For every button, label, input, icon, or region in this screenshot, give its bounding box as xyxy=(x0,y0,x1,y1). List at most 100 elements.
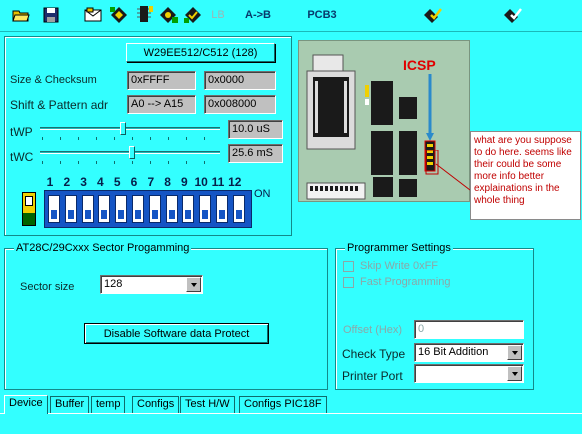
a-to-b-button[interactable]: A->B xyxy=(240,4,276,26)
dip-switch-bank xyxy=(44,190,252,228)
dip-switch-knob xyxy=(101,210,108,219)
dip-switch-6[interactable] xyxy=(132,195,144,223)
dip-switch-knob xyxy=(168,210,175,219)
checksum-field: 0x0000 xyxy=(204,71,276,90)
chip-program-icon[interactable] xyxy=(158,4,180,26)
size-field: 0xFFFF xyxy=(127,71,196,90)
check-type-label: Check Type xyxy=(342,347,406,361)
sector-panel: AT28C/29Cxxx Sector Progamming xyxy=(4,242,328,390)
chip-select-button[interactable]: W29EE512/C512 (128) xyxy=(126,43,275,62)
pcb3-button[interactable]: PCB3 xyxy=(302,4,342,26)
dip-switch-3[interactable] xyxy=(81,195,94,223)
dip-switch-7[interactable] xyxy=(148,195,161,223)
twp-label: tWP xyxy=(10,125,33,139)
dip-number-10: 10 xyxy=(194,175,208,189)
dip-number-3: 3 xyxy=(80,175,87,189)
dip-number-11: 11 xyxy=(211,175,225,189)
twp-value: 10.0 uS xyxy=(228,120,283,139)
tab-configs[interactable]: Configs xyxy=(132,396,180,413)
sector-size-select[interactable]: 128 xyxy=(100,275,203,294)
shift-pattern-label: Shift & Pattern adr xyxy=(10,98,109,112)
chip-info-icon[interactable] xyxy=(134,4,156,26)
twc-slider-ticks xyxy=(42,161,220,164)
dip-switch-knob xyxy=(135,210,141,219)
dip-switch-knob xyxy=(219,210,225,219)
twp-slider-thumb[interactable] xyxy=(119,122,126,135)
twp-slider-track[interactable] xyxy=(40,127,220,130)
chip-check-icon[interactable] xyxy=(420,4,444,26)
programmer-panel-title: Programmer Settings xyxy=(345,242,453,255)
sector-size-value: 128 xyxy=(104,278,123,290)
icsp-label: ICSP xyxy=(403,57,436,73)
dip-switch-1[interactable] xyxy=(48,195,60,223)
chevron-down-icon[interactable] xyxy=(507,345,522,360)
tab-configs-pic18f[interactable]: Configs PIC18F xyxy=(239,396,327,413)
dip-switch-5[interactable] xyxy=(115,195,128,223)
dip-switch-9[interactable] xyxy=(182,195,195,223)
chevron-down-icon[interactable] xyxy=(507,366,522,381)
dip-number-8: 8 xyxy=(164,175,171,189)
save-icon[interactable] xyxy=(40,4,62,26)
chip-read-icon[interactable] xyxy=(108,4,130,26)
dip-switch-10[interactable] xyxy=(199,195,212,223)
fast-programming-box[interactable] xyxy=(343,276,354,288)
chip-verify-icon[interactable] xyxy=(182,4,204,26)
skip-write-checkbox[interactable]: Skip Write 0xFF xyxy=(343,260,438,272)
dip-number-6: 6 xyxy=(130,175,138,189)
chip-erase-icon[interactable] xyxy=(500,4,524,26)
lb-button[interactable]: LB xyxy=(206,4,230,26)
dip-switch-2[interactable] xyxy=(64,195,77,223)
open-icon[interactable] xyxy=(10,4,32,26)
dip-switch-knob xyxy=(67,210,74,219)
chevron-down-icon[interactable] xyxy=(186,277,201,292)
dip-switch-knob xyxy=(84,210,91,219)
sector-panel-title: AT28C/29Cxxx Sector Progamming xyxy=(14,242,192,255)
dip-number-7: 7 xyxy=(147,175,155,189)
twc-slider-thumb[interactable] xyxy=(128,146,135,159)
dip-legend-icon xyxy=(22,192,36,226)
annotation-pointer xyxy=(425,150,471,191)
printer-port-label: Printer Port xyxy=(342,369,403,383)
printer-port-select[interactable] xyxy=(414,364,524,383)
dip-number-5: 5 xyxy=(113,175,121,189)
dip-switch-8[interactable] xyxy=(165,195,178,223)
sector-size-label: Sector size xyxy=(20,281,75,293)
offset-input[interactable]: 0 xyxy=(414,320,524,339)
tab-page-area xyxy=(0,414,582,434)
tab-device[interactable]: Device xyxy=(4,395,48,414)
twc-value: 25.6 mS xyxy=(228,144,283,163)
dip-on-label: ON xyxy=(254,188,271,200)
dip-number-1: 1 xyxy=(46,175,54,189)
fast-programming-checkbox[interactable]: Fast Programming xyxy=(343,276,450,288)
dip-number-4: 4 xyxy=(97,175,104,189)
tab-temp[interactable]: temp xyxy=(91,396,126,413)
size-checksum-label: Size & Checksum xyxy=(10,74,97,86)
dip-switch-knob xyxy=(185,210,192,219)
skip-write-label: Skip Write 0xFF xyxy=(360,260,439,272)
toolbar: LB A->B PCB3 xyxy=(0,0,582,32)
check-type-select[interactable]: 16 Bit Addition xyxy=(414,343,524,362)
dip-number-12: 12 xyxy=(228,175,242,189)
shift-field: A0 --> A15 xyxy=(127,95,196,114)
dip-switch-knob xyxy=(118,210,125,219)
check-type-value: 16 Bit Addition xyxy=(418,346,489,358)
dip-switch-4[interactable] xyxy=(98,195,111,223)
dip-switch-11[interactable] xyxy=(216,195,228,223)
pattern-field: 0x008000 xyxy=(204,95,276,114)
tab-buffer[interactable]: Buffer xyxy=(50,396,90,413)
skip-write-box[interactable] xyxy=(343,260,354,272)
twp-slider-ticks xyxy=(42,137,220,140)
offset-label: Offset (Hex) xyxy=(343,324,403,336)
dip-switch-knob xyxy=(151,210,158,219)
twc-label: tWC xyxy=(10,150,34,164)
dip-switch-knob xyxy=(202,210,209,219)
mail-icon[interactable] xyxy=(82,4,104,26)
dip-switch-12[interactable] xyxy=(232,195,245,223)
dip-number-9: 9 xyxy=(181,175,188,189)
dip-switch-knob xyxy=(51,210,57,219)
annotation-note: what are you suppose to do here. seems l… xyxy=(470,131,581,220)
tab-test-h-w[interactable]: Test H/W xyxy=(180,396,235,413)
dip-number-2: 2 xyxy=(63,175,71,189)
disable-protect-button[interactable]: Disable Software data Protect xyxy=(84,323,269,344)
dip-switch-knob xyxy=(235,210,242,219)
